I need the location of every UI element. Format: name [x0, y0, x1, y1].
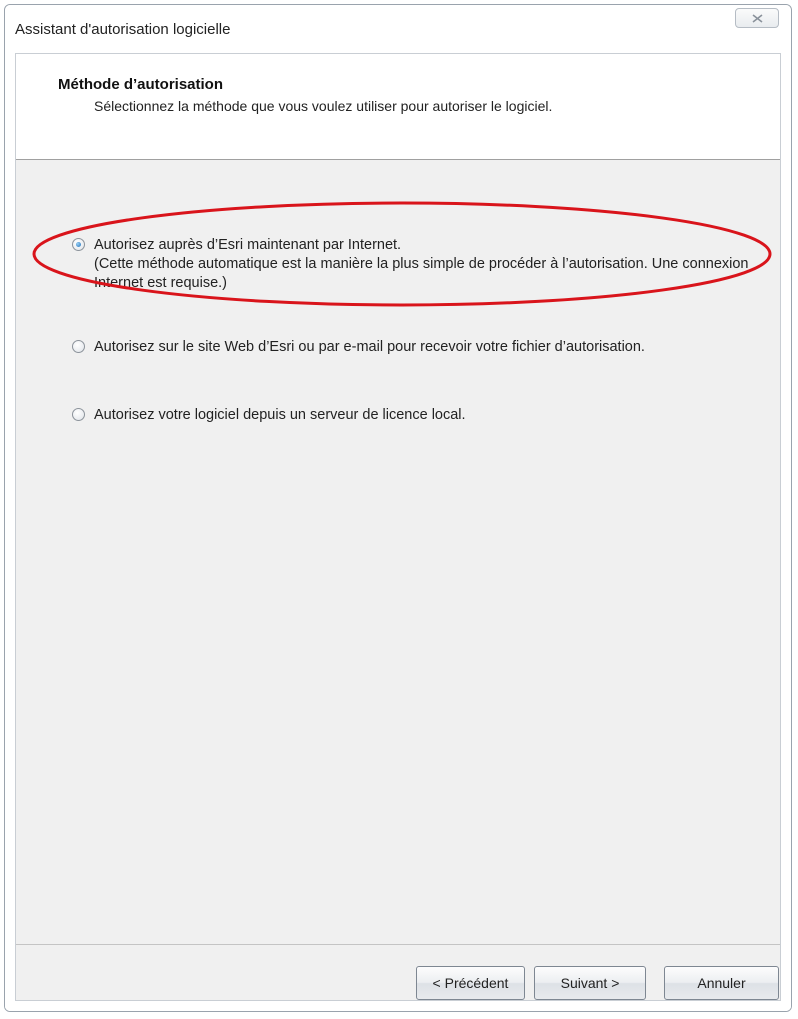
option-local-license-server[interactable]: Autorisez votre logiciel depuis un serve… [72, 406, 466, 425]
option-label: Autorisez auprès d’Esri maintenant par I… [94, 237, 402, 253]
radio-button-selected[interactable] [72, 238, 85, 251]
previous-button[interactable]: < Précédent [416, 966, 525, 1000]
cancel-button[interactable]: Annuler [664, 966, 779, 1000]
window-frame-bottom [5, 1001, 791, 1011]
window-frame-left [5, 53, 15, 1011]
authorization-wizard-window: Assistant d'autorisation logicielle Méth… [4, 4, 792, 1012]
option-internet-authorization[interactable]: Autorisez auprès d’Esri maintenant par I… [72, 236, 764, 293]
title-bar: Assistant d'autorisation logicielle [5, 5, 791, 53]
close-button[interactable] [735, 8, 779, 28]
next-button[interactable]: Suivant > [534, 966, 646, 1000]
radio-button[interactable] [72, 408, 85, 421]
wizard-client-area: Méthode d’autorisation Sélectionnez la m… [15, 53, 781, 1001]
option-website-email-authorization[interactable]: Autorisez sur le site Web d’Esri ou par … [72, 338, 645, 357]
radio-button[interactable] [72, 340, 85, 353]
option-description: (Cette méthode automatique est la manièr… [94, 256, 749, 291]
close-x-icon [752, 14, 763, 23]
window-frame-right [781, 53, 791, 1011]
footer-divider [16, 944, 780, 945]
window-title: Assistant d'autorisation logicielle [15, 21, 231, 38]
page-title: Méthode d’autorisation [58, 76, 223, 93]
wizard-header: Méthode d’autorisation Sélectionnez la m… [16, 54, 780, 160]
page-subtitle: Sélectionnez la méthode que vous voulez … [94, 98, 553, 114]
option-label: Autorisez votre logiciel depuis un serve… [94, 407, 466, 423]
option-label: Autorisez sur le site Web d’Esri ou par … [94, 339, 645, 355]
